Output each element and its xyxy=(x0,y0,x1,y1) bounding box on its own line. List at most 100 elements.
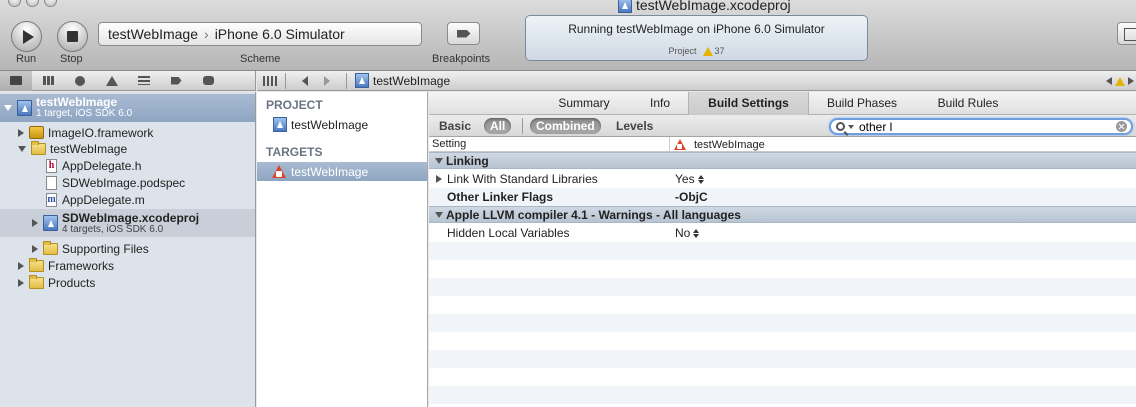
disclosure-closed-icon[interactable] xyxy=(32,219,38,227)
editor-mode-button[interactable] xyxy=(1117,22,1136,45)
target-column-header[interactable]: testWebImage xyxy=(669,137,765,152)
setting-row-other-linker-flags[interactable]: Other Linker Flags -ObjC xyxy=(429,188,1136,206)
setting-row-hidden-local-variables[interactable]: Hidden Local Variables No xyxy=(429,224,1136,242)
settings-column-header: Setting testWebImage xyxy=(429,137,1136,152)
zoom-window-button[interactable] xyxy=(44,0,57,7)
setting-value-popup[interactable]: No xyxy=(675,226,700,240)
project-section-header: PROJECT xyxy=(266,98,323,112)
build-settings-editor: Summary Info Build Settings Build Phases… xyxy=(429,92,1136,407)
filter-levels[interactable]: Levels xyxy=(610,118,659,134)
settings-filter-bar: Basic All Combined Levels xyxy=(429,115,1136,137)
setting-value[interactable]: -ObjC xyxy=(675,190,708,204)
disclosure-closed-icon[interactable] xyxy=(18,261,24,270)
empty-row xyxy=(429,386,1136,404)
tree-item-label: SDWebImage.xcodeproj xyxy=(62,210,200,225)
empty-row xyxy=(429,314,1136,332)
disclosure-open-icon[interactable] xyxy=(435,157,443,164)
setting-column-label: Setting xyxy=(432,138,467,150)
search-navigator-tab[interactable] xyxy=(64,71,96,91)
debug-navigator-tab[interactable] xyxy=(128,71,160,91)
tree-item-testwebimage-group[interactable]: testWebImage xyxy=(0,140,255,157)
tree-item-products[interactable]: Products xyxy=(0,274,255,291)
project-root-item[interactable]: testWebImage 1 target, iOS SDK 6.0 xyxy=(0,94,255,122)
empty-row xyxy=(429,350,1136,368)
scheme-label: Scheme xyxy=(240,53,281,65)
tree-item-label: SDWebImage.podspec xyxy=(62,175,186,190)
scheme-selector[interactable]: testWebImage › iPhone 6.0 Simulator xyxy=(98,22,422,46)
previous-issue-icon[interactable] xyxy=(1106,77,1112,85)
symbol-navigator-tab[interactable] xyxy=(32,71,64,91)
chevron-right-icon: › xyxy=(204,26,209,42)
tab-build-rules[interactable]: Build Rules xyxy=(929,92,1007,115)
folder-icon xyxy=(10,76,22,85)
breakpoint-navigator-tab[interactable] xyxy=(160,71,192,91)
file-icon xyxy=(46,175,57,190)
settings-search-field[interactable] xyxy=(829,118,1133,135)
setting-row-link-with-standard-libraries[interactable]: Link With Standard Libraries Yes xyxy=(429,170,1136,188)
empty-row xyxy=(429,332,1136,350)
activity-issues[interactable]: Project 37 xyxy=(526,46,867,56)
target-item-label: testWebImage xyxy=(291,164,369,179)
group-header-llvm-warnings[interactable]: Apple LLVM compiler 4.1 - Warnings - All… xyxy=(429,206,1136,223)
group-header-linking[interactable]: Linking xyxy=(429,152,1136,169)
toolbar: testWebImage.xcodeproj Run Stop testWebI… xyxy=(0,0,1136,71)
tree-item-sdwebimage-podspec[interactable]: SDWebImage.podspec xyxy=(0,174,255,191)
disclosure-closed-icon[interactable] xyxy=(18,278,24,287)
related-items-icon[interactable] xyxy=(263,75,277,86)
disclosure-open-icon[interactable] xyxy=(18,145,26,152)
tree-item-frameworks[interactable]: Frameworks xyxy=(0,257,255,274)
target-item[interactable]: testWebImage xyxy=(257,162,427,181)
tree-item-appdelegate-m[interactable]: m AppDelegate.m xyxy=(0,191,255,208)
run-button[interactable] xyxy=(11,21,42,52)
window-title: testWebImage.xcodeproj xyxy=(618,0,791,13)
project-targets-list: PROJECT testWebImage TARGETS testWebImag… xyxy=(257,92,428,407)
stop-icon xyxy=(67,31,78,42)
project-navigator-tab[interactable] xyxy=(0,70,32,91)
tree-item-sublabel: 4 targets, iOS SDK 6.0 xyxy=(62,223,164,235)
app-target-icon xyxy=(673,138,687,151)
filter-basic[interactable]: Basic xyxy=(433,118,477,134)
activity-project-label: Project xyxy=(668,46,697,56)
chevron-down-icon[interactable] xyxy=(848,124,854,129)
breakpoints-label: Breakpoints xyxy=(432,53,491,65)
activity-status: Running testWebImage on iPhone 6.0 Simul… xyxy=(568,22,825,36)
next-issue-icon[interactable] xyxy=(1128,77,1134,85)
disclosure-open-icon[interactable] xyxy=(435,211,443,218)
editor-tab-bar: Summary Info Build Settings Build Phases… xyxy=(429,92,1136,115)
tree-item-appdelegate-h[interactable]: h AppDelegate.h xyxy=(0,157,255,174)
disclosure-closed-icon[interactable] xyxy=(18,128,24,137)
folder-icon xyxy=(29,257,44,272)
breadcrumb[interactable]: testWebImage xyxy=(355,73,450,88)
tab-summary[interactable]: Summary xyxy=(544,92,624,115)
disclosure-closed-icon[interactable] xyxy=(32,244,38,253)
minimize-window-button[interactable] xyxy=(26,0,39,7)
issue-navigator-tab[interactable] xyxy=(96,71,128,91)
project-item[interactable]: testWebImage xyxy=(257,115,427,134)
jump-bar: testWebImage xyxy=(257,71,1136,91)
filter-all[interactable]: All xyxy=(484,118,512,134)
tab-build-settings[interactable]: Build Settings xyxy=(688,92,809,115)
tree-item-imageio-framework[interactable]: ImageIO.framework xyxy=(0,124,255,141)
close-window-button[interactable] xyxy=(8,0,21,7)
activity-viewer[interactable]: Running testWebImage on iPhone 6.0 Simul… xyxy=(525,15,868,61)
forward-arrow-icon[interactable] xyxy=(324,75,330,86)
disclosure-closed-icon[interactable] xyxy=(436,175,442,183)
setting-value-popup[interactable]: Yes xyxy=(675,172,704,186)
breakpoint-icon xyxy=(170,76,182,85)
breakpoints-button[interactable] xyxy=(447,22,480,45)
tab-info[interactable]: Info xyxy=(634,92,686,115)
divider xyxy=(346,72,347,89)
log-navigator-tab[interactable] xyxy=(192,71,224,91)
tab-build-phases[interactable]: Build Phases xyxy=(819,92,905,115)
tree-item-sdwebimage-xcodeproj[interactable]: SDWebImage.xcodeproj 4 targets, iOS SDK … xyxy=(0,209,255,237)
clear-search-icon[interactable] xyxy=(1116,121,1127,132)
project-name: testWebImage xyxy=(36,95,118,109)
disclosure-open-icon[interactable] xyxy=(4,105,12,111)
back-arrow-icon[interactable] xyxy=(302,75,308,86)
issue-stepper[interactable] xyxy=(1106,71,1136,91)
stop-button[interactable] xyxy=(57,21,88,52)
folder-icon xyxy=(43,240,58,255)
settings-search-input[interactable] xyxy=(859,120,1109,133)
tree-item-supporting-files[interactable]: Supporting Files xyxy=(0,240,255,257)
filter-combined[interactable]: Combined xyxy=(530,118,601,134)
